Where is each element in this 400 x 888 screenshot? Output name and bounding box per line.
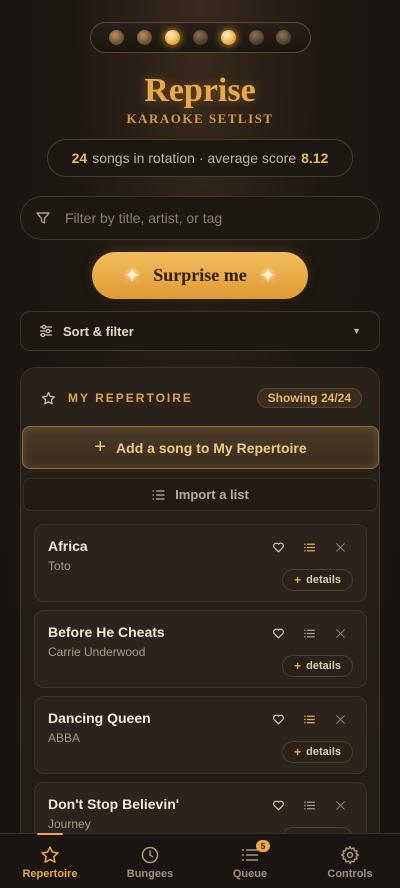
star-icon — [41, 846, 59, 863]
showing-badge: Showing 24/24 — [256, 388, 362, 408]
list-icon — [152, 489, 165, 500]
song-actions — [272, 713, 347, 726]
song-actions — [272, 799, 347, 812]
active-tab-indicator — [37, 833, 63, 835]
tab-label: Controls — [327, 868, 373, 880]
marquee-lights — [90, 22, 311, 53]
app-screen: Reprise KARAOKE SETLIST 24 songs in rota… — [0, 0, 400, 888]
filter-field[interactable] — [20, 196, 380, 240]
song-count: 24 — [71, 150, 88, 166]
details-button[interactable]: + details — [282, 741, 353, 763]
stats-text: songs in rotation · average score — [92, 150, 297, 166]
average-score: 8.12 — [301, 150, 329, 166]
song-card[interactable]: Before He Cheats Carrie Underwood + details — [34, 610, 367, 688]
add-song-label: Add a song to My Repertoire — [116, 439, 307, 456]
marquee-bulb — [109, 30, 125, 45]
tab-controls[interactable]: Controls — [300, 834, 400, 888]
marquee-bulb — [276, 30, 292, 45]
surprise-me-label: Surprise me — [153, 265, 247, 285]
star-icon — [41, 391, 56, 404]
add-to-queue-icon[interactable] — [303, 799, 316, 812]
close-icon[interactable] — [334, 799, 347, 812]
gear-icon — [340, 845, 360, 865]
song-artist: Carrie Underwood — [48, 645, 146, 659]
marquee-bulb — [220, 30, 236, 45]
tab-bungees[interactable]: Bungees — [100, 834, 200, 888]
clock-icon — [141, 846, 159, 864]
sparkle-icon: ✦ — [260, 265, 275, 285]
close-icon[interactable] — [334, 627, 347, 640]
song-artist: ABBA — [48, 731, 81, 745]
song-card[interactable]: Africa Toto + details — [34, 524, 367, 602]
queue-count-badge: 5 — [256, 840, 270, 852]
song-title: Don't Stop Believin' — [48, 796, 180, 812]
sparkle-icon: ✦ — [125, 265, 140, 285]
import-list-button[interactable]: Import a list — [23, 478, 378, 511]
details-label: details — [306, 746, 341, 758]
song-artist: Journey — [48, 817, 91, 831]
marquee-bulb — [192, 30, 208, 45]
song-card[interactable]: Dancing Queen ABBA + details — [34, 696, 367, 774]
details-label: details — [306, 660, 341, 672]
tab-label: Repertoire — [22, 868, 78, 880]
close-icon[interactable] — [334, 541, 347, 554]
sliders-icon — [40, 324, 52, 338]
heart-icon[interactable] — [272, 799, 285, 812]
filter-input[interactable] — [65, 210, 355, 226]
song-actions — [272, 627, 347, 640]
tab-label: Queue — [232, 868, 268, 880]
plus-icon: + — [94, 436, 107, 458]
song-title: Dancing Queen — [48, 710, 151, 726]
bottom-nav: Repertoire Bungees 5 Queue Controls — [0, 833, 400, 888]
song-actions — [272, 541, 347, 554]
details-label: details — [306, 574, 341, 586]
add-song-button[interactable]: + Add a song to My Repertoire — [22, 426, 379, 469]
song-title: Before He Cheats — [48, 624, 165, 640]
add-to-queue-icon[interactable] — [303, 541, 316, 554]
app-title: Reprise — [144, 72, 256, 109]
add-to-queue-icon[interactable] — [303, 713, 316, 726]
repertoire-title: MY REPERTOIRE — [68, 391, 193, 405]
repertoire-header: MY REPERTOIRE Showing 24/24 — [21, 386, 381, 410]
details-button[interactable]: + details — [282, 655, 353, 677]
plus-icon: + — [294, 573, 302, 587]
tab-repertoire[interactable]: Repertoire — [0, 833, 100, 888]
marquee-bulb — [165, 30, 181, 45]
plus-icon: + — [294, 745, 302, 759]
add-to-queue-icon[interactable] — [303, 627, 316, 640]
sort-filter-toggle[interactable]: Sort & filter ▼ — [20, 311, 380, 351]
song-artist: Toto — [48, 559, 71, 573]
details-button[interactable]: + details — [282, 569, 353, 591]
song-title: Africa — [48, 538, 88, 554]
app-tagline: KARAOKE SETLIST — [126, 111, 274, 126]
repertoire-panel: MY REPERTOIRE Showing 24/24 + Add a song… — [20, 367, 380, 888]
tab-label: Bungees — [126, 868, 174, 880]
import-list-label: Import a list — [175, 487, 249, 502]
heart-icon[interactable] — [272, 627, 285, 640]
sort-filter-label: Sort & filter — [63, 323, 134, 339]
marquee-bulb — [248, 30, 264, 45]
heart-icon[interactable] — [272, 541, 285, 554]
filter-icon — [36, 212, 50, 224]
surprise-me-button[interactable]: ✦ Surprise me ✦ — [92, 252, 308, 299]
heart-icon[interactable] — [272, 713, 285, 726]
marquee-bulb — [137, 30, 153, 45]
stats-pill: 24 songs in rotation · average score 8.1… — [47, 139, 353, 177]
chevron-down-icon: ▼ — [352, 326, 361, 336]
tab-queue[interactable]: 5 Queue — [200, 834, 300, 888]
plus-icon: + — [294, 659, 302, 673]
close-icon[interactable] — [334, 713, 347, 726]
